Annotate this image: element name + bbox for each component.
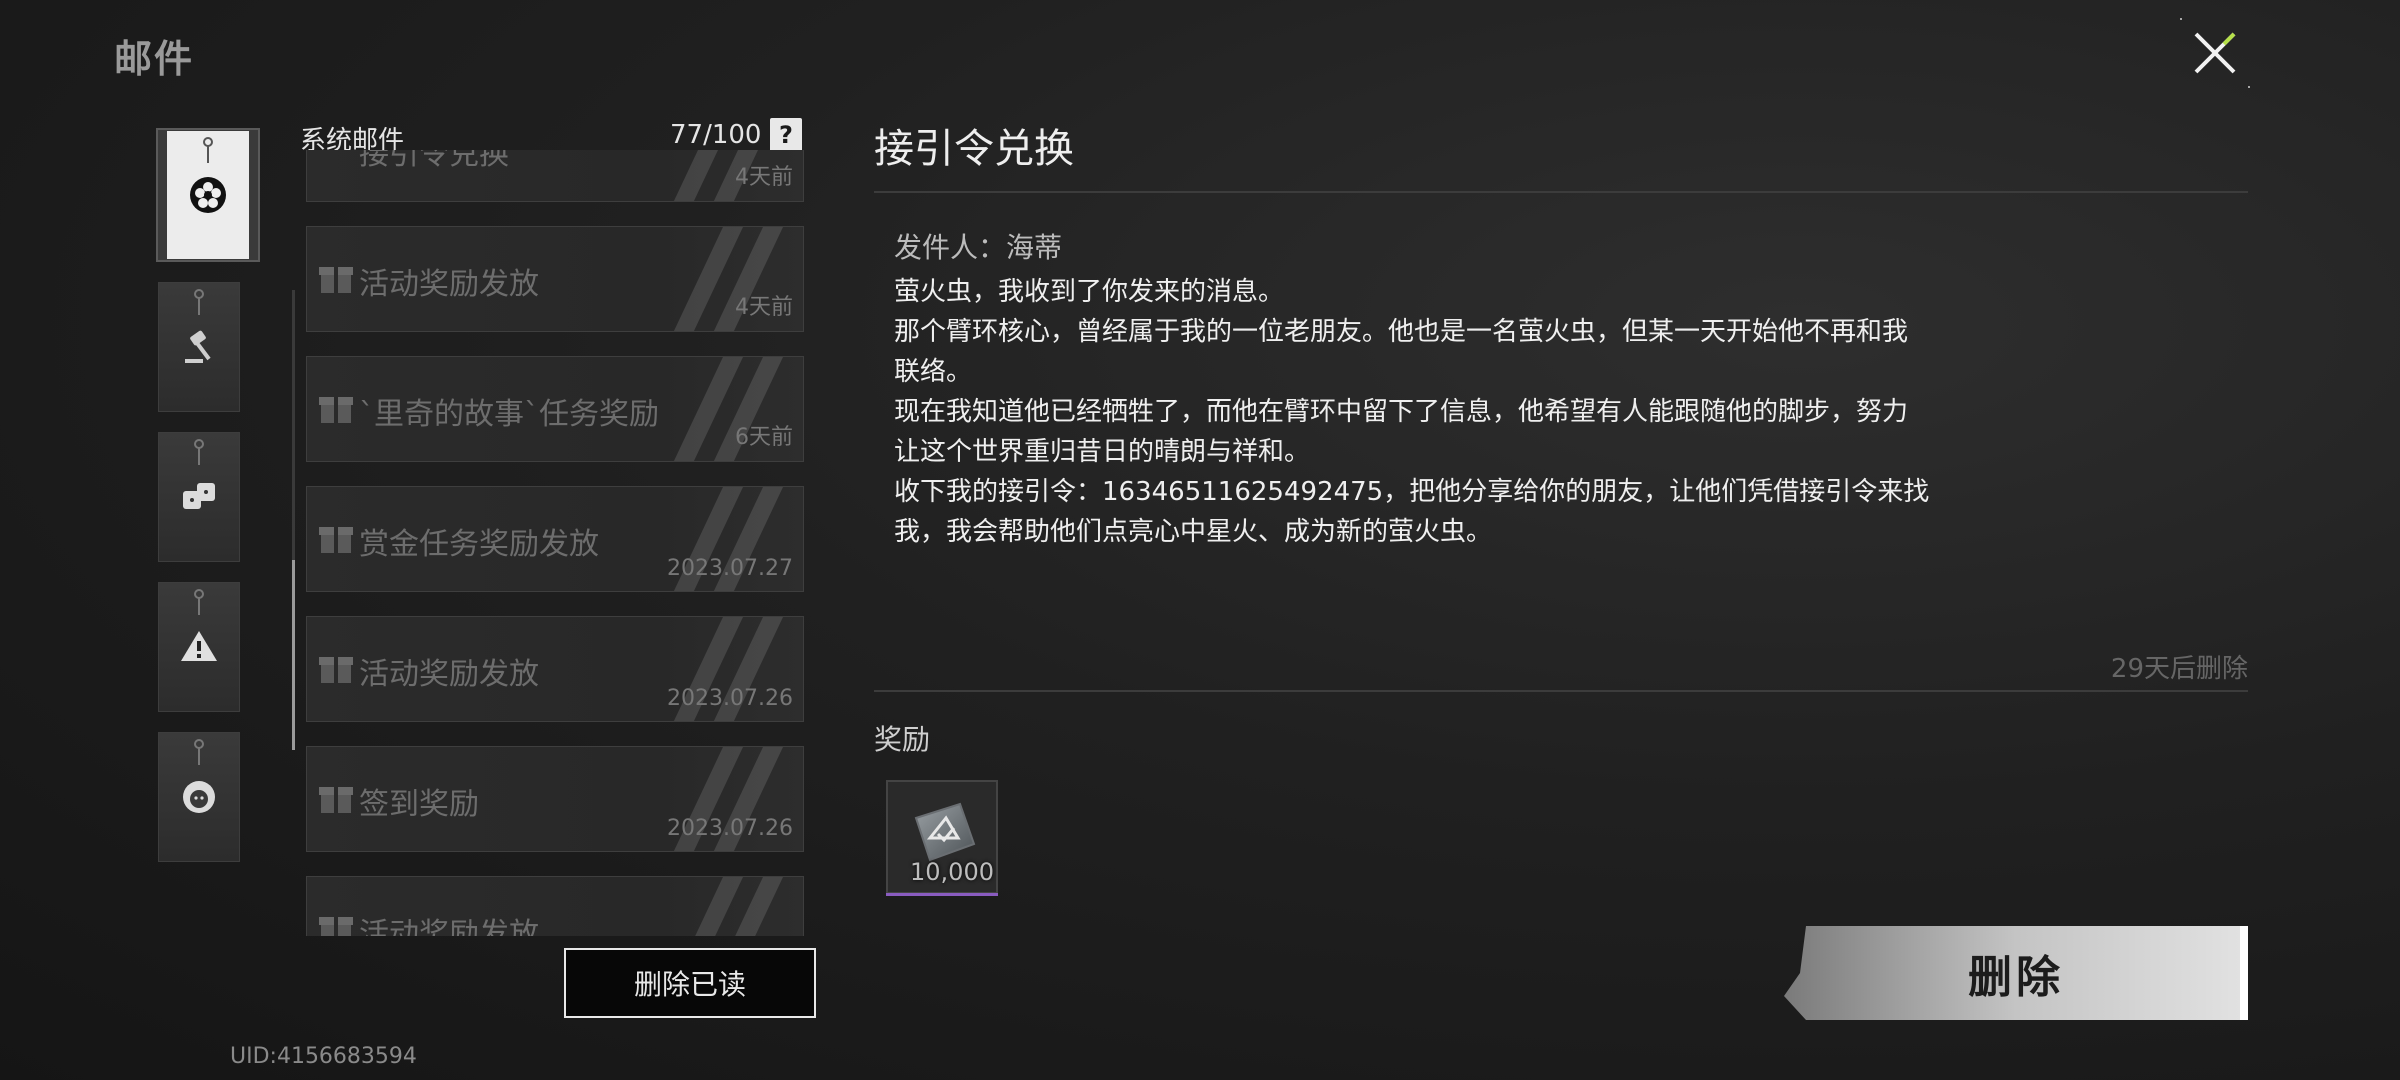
flower-icon	[190, 177, 226, 213]
mail-subject: 接引令兑换	[359, 150, 509, 172]
warning-icon	[181, 631, 217, 661]
help-button[interactable]: ?	[770, 118, 802, 152]
divider	[874, 690, 2248, 692]
divider	[874, 191, 2248, 193]
gift-icon	[319, 397, 353, 423]
mail-detail-title: 接引令兑换	[874, 126, 1074, 172]
rarity-bar	[886, 893, 998, 896]
category-game[interactable]	[158, 432, 240, 562]
expire-notice: 29天后删除	[2110, 654, 2248, 684]
mail-subject: 活动奖励发放	[359, 267, 539, 302]
mail-body-line: 现在我知道他已经牺牲了，而他在臂环中留下了信息，他希望有人能跟随他的脚步，努力	[894, 397, 1909, 427]
mail-date: 6天前	[735, 425, 793, 450]
delete-read-button[interactable]: 删除已读	[564, 948, 816, 1018]
mail-count: 77/100	[670, 120, 762, 150]
mail-item[interactable]: 活动奖励发放 4天前	[306, 226, 804, 332]
mail-date: 4天前	[735, 165, 793, 190]
gift-icon	[319, 267, 353, 293]
avatar-icon	[183, 781, 215, 813]
mail-subject: 活动奖励发放	[359, 917, 539, 936]
mail-subject: 活动奖励发放	[359, 657, 539, 692]
reward-label: 奖励	[874, 723, 931, 756]
mail-item[interactable]: 活动奖励发放	[306, 876, 804, 936]
delete-button[interactable]: 删除	[1784, 926, 2248, 1020]
mail-sender: 发件人：海蒂	[894, 231, 1063, 264]
mail-item[interactable]: 签到奖励 2023.07.26	[306, 746, 804, 852]
mail-body: 萤火虫，我收到了你发来的消息。 那个臂环核心，曾经属于我的一位老朋友。他也是一名…	[894, 272, 1974, 552]
gavel-icon	[185, 330, 211, 363]
mail-item[interactable]: 赏金任务奖励发放 2023.07.27	[306, 486, 804, 592]
mail-date: 4天前	[735, 295, 793, 320]
mail-item[interactable]: 活动奖励发放 2023.07.26	[306, 616, 804, 722]
mail-item[interactable]: `里奇的故事`任务奖励 6天前	[306, 356, 804, 462]
delete-button-label: 删除	[1968, 952, 2064, 1003]
gift-icon	[319, 787, 353, 813]
mail-subject: 签到奖励	[359, 787, 479, 822]
category-auction[interactable]	[158, 282, 240, 412]
mail-body-line: 让这个世界重归昔日的晴朗与祥和。	[894, 437, 1311, 467]
category-system-mail[interactable]	[156, 128, 260, 262]
mail-body-line: 联络。	[894, 357, 973, 387]
mail-screen: 邮件 系统邮件 77/100 ? 接引令兑换 4天前 活动奖励发放 4天前 `里…	[0, 0, 2400, 1080]
mail-list: 接引令兑换 4天前 活动奖励发放 4天前 `里奇的故事`任务奖励 6天前 赏金任…	[306, 150, 806, 936]
mail-category-list	[156, 128, 260, 882]
gift-icon	[319, 917, 353, 936]
mail-date: 2023.07.26	[667, 816, 793, 841]
category-character[interactable]	[158, 732, 240, 862]
mail-date: 2023.07.26	[667, 686, 793, 711]
mail-subject: `里奇的故事`任务奖励	[359, 397, 659, 432]
mail-list-scrollbar-thumb[interactable]	[292, 560, 295, 750]
page-title: 邮件	[114, 37, 195, 81]
gift-icon	[319, 527, 353, 553]
category-warning[interactable]	[158, 582, 240, 712]
mail-body-line: 萤火虫，我收到了你发来的消息。	[894, 277, 1285, 307]
mail-item[interactable]: 接引令兑换 4天前	[306, 150, 804, 202]
user-uid: UID:4156683594	[230, 1044, 417, 1069]
gift-icon	[319, 657, 353, 683]
close-icon	[2194, 32, 2236, 74]
dice-icon	[183, 483, 215, 509]
reward-quantity: 10,000	[910, 858, 994, 886]
close-button[interactable]	[2180, 18, 2250, 88]
mail-body-line: 那个臂环核心，曾经属于我的一位老朋友。他也是一名萤火虫，但某一天开始他不再和我	[894, 317, 1909, 347]
reward-item[interactable]: 10,000	[886, 780, 998, 896]
mail-date: 2023.07.27	[667, 556, 793, 581]
mail-body-line: 我，我会帮助他们点亮心中星火、成为新的萤火虫。	[894, 517, 1493, 547]
mail-subject: 赏金任务奖励发放	[359, 527, 599, 562]
mail-body-line: 收下我的接引令：16346511625492475，把他分享给你的朋友，让他们凭…	[894, 477, 1930, 507]
